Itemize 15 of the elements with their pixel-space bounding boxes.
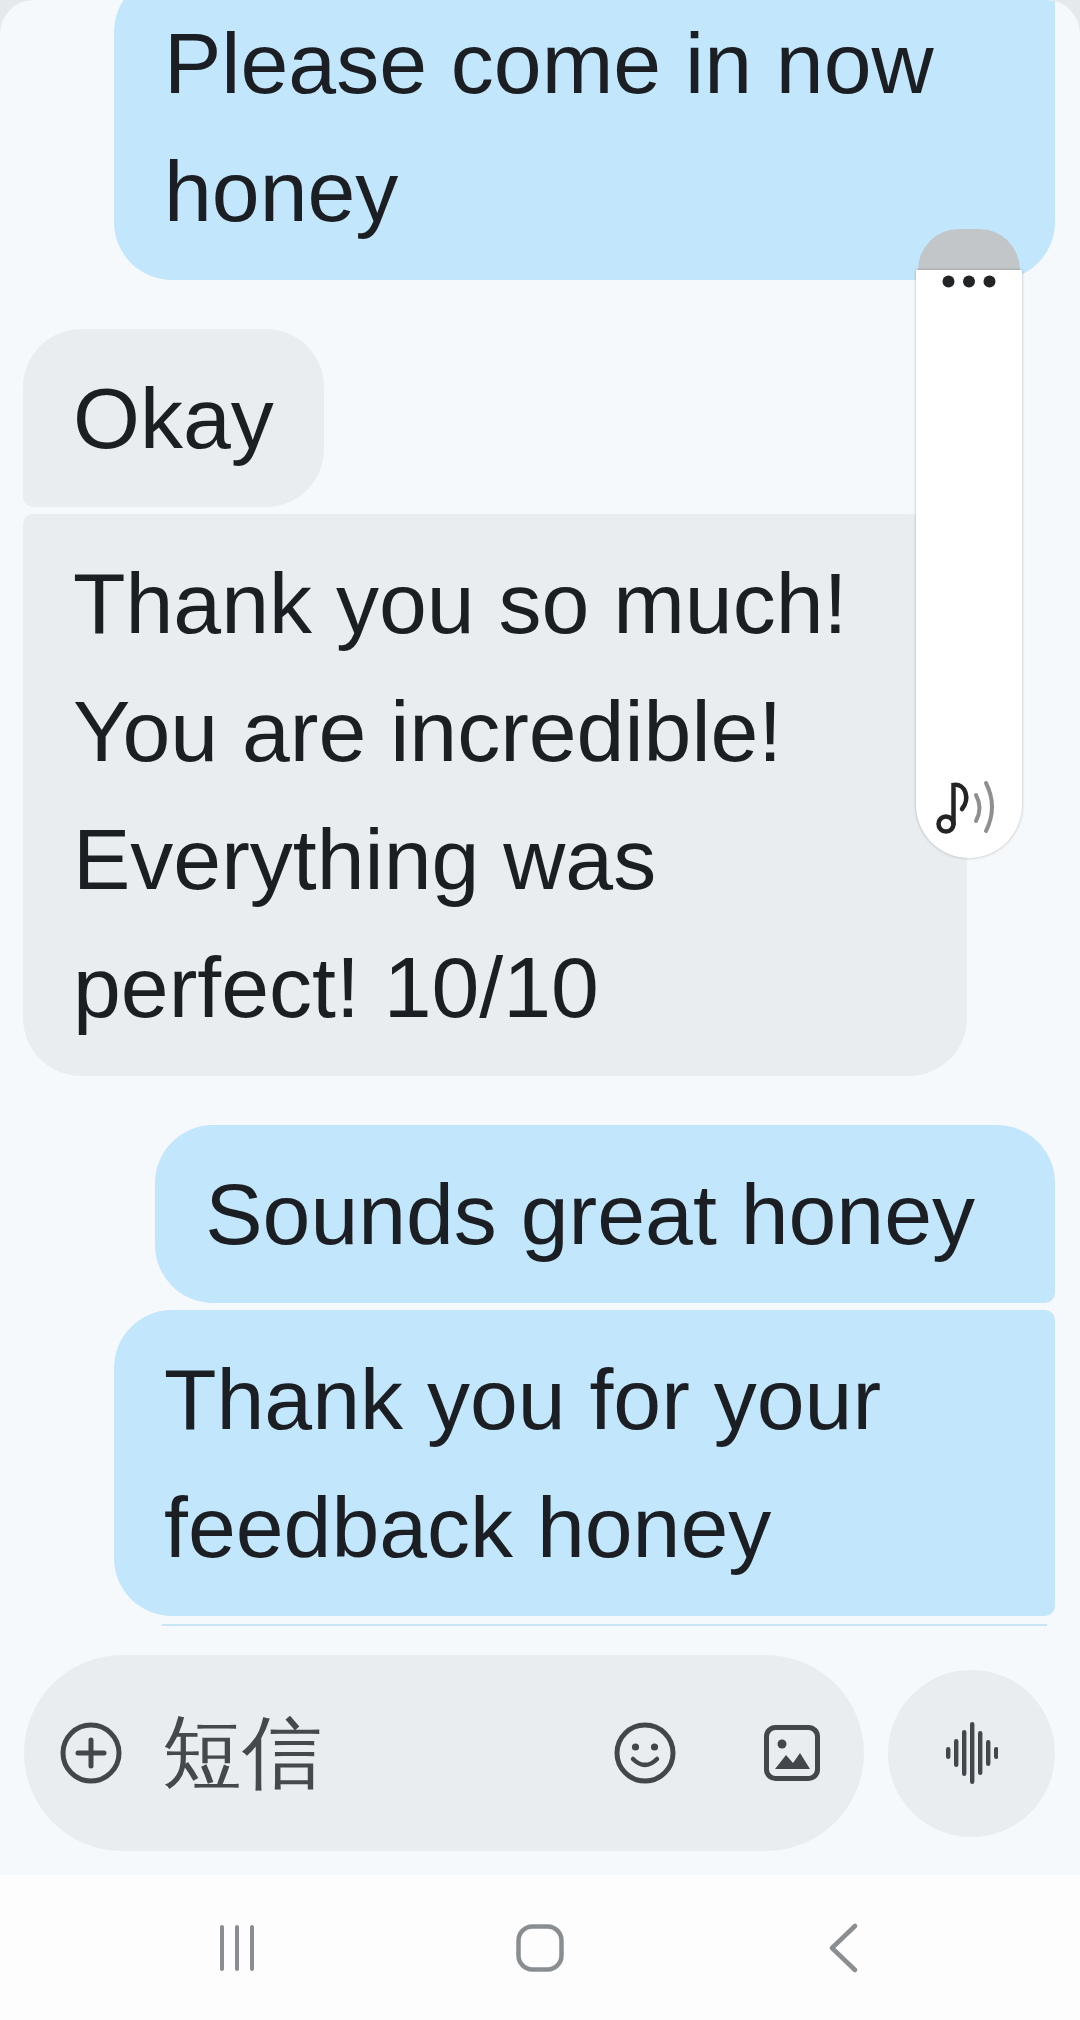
- received-message-bubble: Thank you so much! You are incredible! Everything was perfect! 10/10: [23, 514, 967, 1076]
- plus-icon[interactable]: [60, 1722, 122, 1784]
- image-icon[interactable]: [764, 1725, 820, 1781]
- message-input[interactable]: 短信: [162, 1698, 574, 1808]
- recents-icon: [219, 1924, 255, 1971]
- received-message-bubble: Okay: [23, 329, 324, 507]
- home-icon: [516, 1923, 564, 1972]
- sent-message-bubble: Please come in now honey: [114, 0, 1055, 280]
- waveform-icon: [945, 1722, 998, 1784]
- sent-message-bubble: Sounds great honey: [155, 1125, 1055, 1303]
- more-icon[interactable]: [942, 275, 996, 288]
- smiley-icon[interactable]: [614, 1722, 676, 1784]
- sent-message-bubble: Thank you for your feedback honey: [114, 1310, 1055, 1616]
- message-field[interactable]: 短信: [24, 1655, 864, 1851]
- back-icon: [828, 1922, 858, 1973]
